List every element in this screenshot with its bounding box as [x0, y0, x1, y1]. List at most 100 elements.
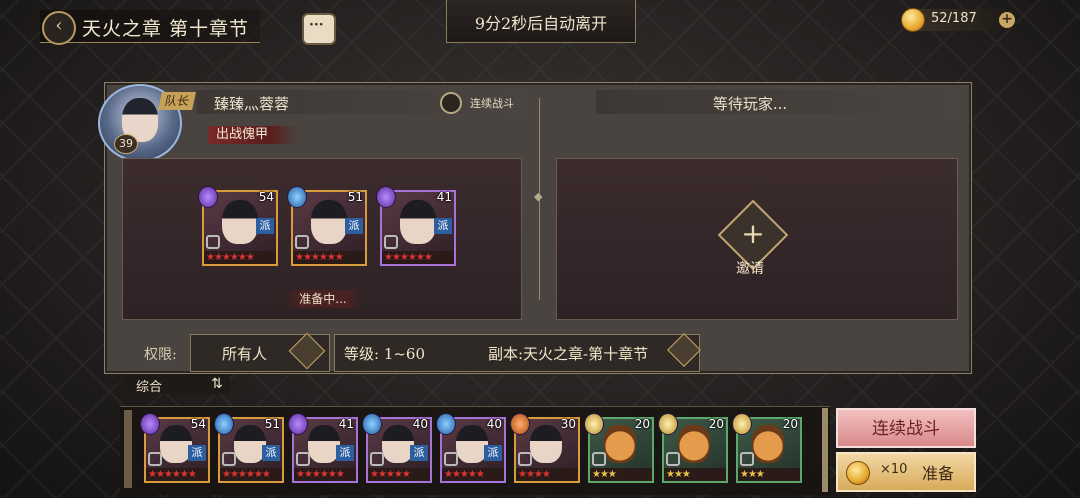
hero-level: 20	[634, 417, 650, 431]
pai-badge: 派	[262, 445, 280, 461]
continuous-battle-button[interactable]: 连续战斗	[836, 408, 976, 448]
star-rating: ★★★★★★	[146, 468, 208, 481]
sect-icon	[436, 413, 456, 435]
sect-icon	[362, 413, 382, 435]
star-rating: ★★★★	[516, 468, 578, 481]
stamina-value: 52/187	[931, 11, 977, 26]
pai-badge: 派	[188, 445, 206, 461]
roster-hero-card[interactable]: 20 ★★★	[732, 413, 802, 483]
hero-portrait	[311, 200, 347, 244]
roster-hero-card[interactable]: 54 派 ★★★★★★	[140, 413, 210, 483]
sect-icon	[214, 413, 234, 435]
hero-portrait	[400, 200, 436, 244]
coin-icon	[901, 8, 925, 32]
sect-icon	[140, 413, 160, 435]
chevron-left-icon: ‹	[55, 15, 63, 36]
pai-badge: 派	[484, 445, 502, 461]
sect-icon	[287, 186, 307, 208]
hero-level: 20	[708, 417, 724, 431]
auto-leave-timer-box: 9分2秒后自动离开	[446, 0, 636, 43]
lock-icon	[206, 235, 220, 249]
sect-icon	[658, 413, 678, 435]
hero-level: 41	[436, 190, 452, 204]
continuous-battle-gear-icon[interactable]	[440, 92, 462, 114]
star-rating: ★★★★★★	[220, 468, 282, 481]
hero-level: 54	[258, 190, 274, 204]
hero-roster: 54 派 ★★★★★★ 51 派 ★★★★★★ 41 派 ★★★★★★ 40 派 ★★★★★ 40 派 ★★…	[120, 406, 830, 495]
hero-level: 51	[264, 417, 280, 431]
hero-portrait	[222, 200, 258, 244]
leader-name: 臻臻灬蓉蓉	[214, 95, 290, 113]
roster-hero-card[interactable]: 20 ★★★	[658, 413, 728, 483]
level-range: 等级: 1~60	[344, 345, 426, 363]
permission-label: 权限:	[144, 347, 177, 363]
star-rating: ★★★	[664, 468, 726, 481]
star-rating: ★★★★★★	[382, 251, 454, 264]
ready-cost: ×10	[880, 462, 908, 477]
lock-icon	[740, 452, 754, 466]
back-button[interactable]: ‹	[42, 11, 76, 45]
star-rating: ★★★★★★	[293, 251, 365, 264]
stamina-counter: 52/187 +	[901, 8, 1017, 32]
hero-portrait	[604, 425, 636, 463]
leader-hero-card[interactable]: 51 派 ★★★★★★	[287, 186, 367, 266]
roster-hero-card[interactable]: 40 派 ★★★★★	[362, 413, 432, 483]
leader-status: 准备中...	[284, 290, 362, 308]
lock-icon	[518, 452, 532, 466]
hero-level: 30	[560, 417, 576, 431]
roster-hero-card[interactable]: 41 派 ★★★★★★	[288, 413, 358, 483]
roster-edge	[124, 410, 132, 488]
sect-icon	[732, 413, 752, 435]
auto-leave-timer: 9分2秒后自动离开	[474, 14, 608, 33]
sect-icon	[510, 413, 530, 435]
hero-portrait	[530, 425, 562, 463]
pai-badge: 派	[410, 445, 428, 461]
hero-level: 41	[338, 417, 354, 431]
sect-icon	[288, 413, 308, 435]
pai-badge: 派	[434, 218, 452, 234]
pai-badge: 派	[345, 218, 363, 234]
star-rating: ★★★★★	[368, 468, 430, 481]
lock-icon	[444, 452, 458, 466]
star-rating: ★★★★★★	[294, 468, 356, 481]
hero-portrait	[678, 425, 710, 463]
swap-icon[interactable]: ⇅	[204, 374, 230, 394]
lock-icon	[148, 452, 162, 466]
continuous-battle-label: 连续战斗	[470, 97, 514, 110]
roster-hero-card[interactable]: 51 派 ★★★★★★	[214, 413, 284, 483]
star-rating: ★★★	[590, 468, 652, 481]
star-rating: ★★★	[738, 468, 800, 481]
roster-scrollbar[interactable]	[822, 408, 828, 492]
plus-icon[interactable]: +	[728, 210, 778, 260]
pai-badge: 派	[256, 218, 274, 234]
pai-badge: 派	[336, 445, 354, 461]
coin-icon	[846, 461, 870, 485]
filter-label: 综合	[136, 380, 163, 395]
hero-level: 54	[190, 417, 206, 431]
chat-bubble-icon[interactable]	[302, 13, 336, 45]
hero-portrait	[752, 425, 784, 463]
lock-icon	[222, 452, 236, 466]
lock-icon	[384, 235, 398, 249]
lock-icon	[295, 235, 309, 249]
dungeon-name: 副本:天火之章-第十章节	[488, 345, 649, 363]
roster-hero-card[interactable]: 40 派 ★★★★★	[436, 413, 506, 483]
ready-label: 准备	[922, 464, 955, 483]
chapter-title: 天火之章 第十章节	[82, 18, 250, 40]
deploy-tag: 出战傀甲	[208, 126, 298, 144]
lock-icon	[296, 452, 310, 466]
roster-hero-card[interactable]: 30 ★★★★	[510, 413, 580, 483]
roster-hero-card[interactable]: 20 ★★★	[584, 413, 654, 483]
lock-icon	[592, 452, 606, 466]
lock-icon	[666, 452, 680, 466]
hero-level: 40	[486, 417, 502, 431]
captain-badge: 队长	[158, 92, 196, 110]
add-stamina-button[interactable]: +	[999, 12, 1015, 28]
permission-value: 所有人	[222, 345, 268, 363]
leader-hero-card[interactable]: 41 派 ★★★★★★	[376, 186, 456, 266]
leader-hero-card[interactable]: 54 派 ★★★★★★	[198, 186, 278, 266]
star-rating: ★★★★★	[442, 468, 504, 481]
waiting-for-player: 等待玩家...	[712, 95, 788, 113]
lock-icon	[370, 452, 384, 466]
hero-level: 20	[782, 417, 798, 431]
